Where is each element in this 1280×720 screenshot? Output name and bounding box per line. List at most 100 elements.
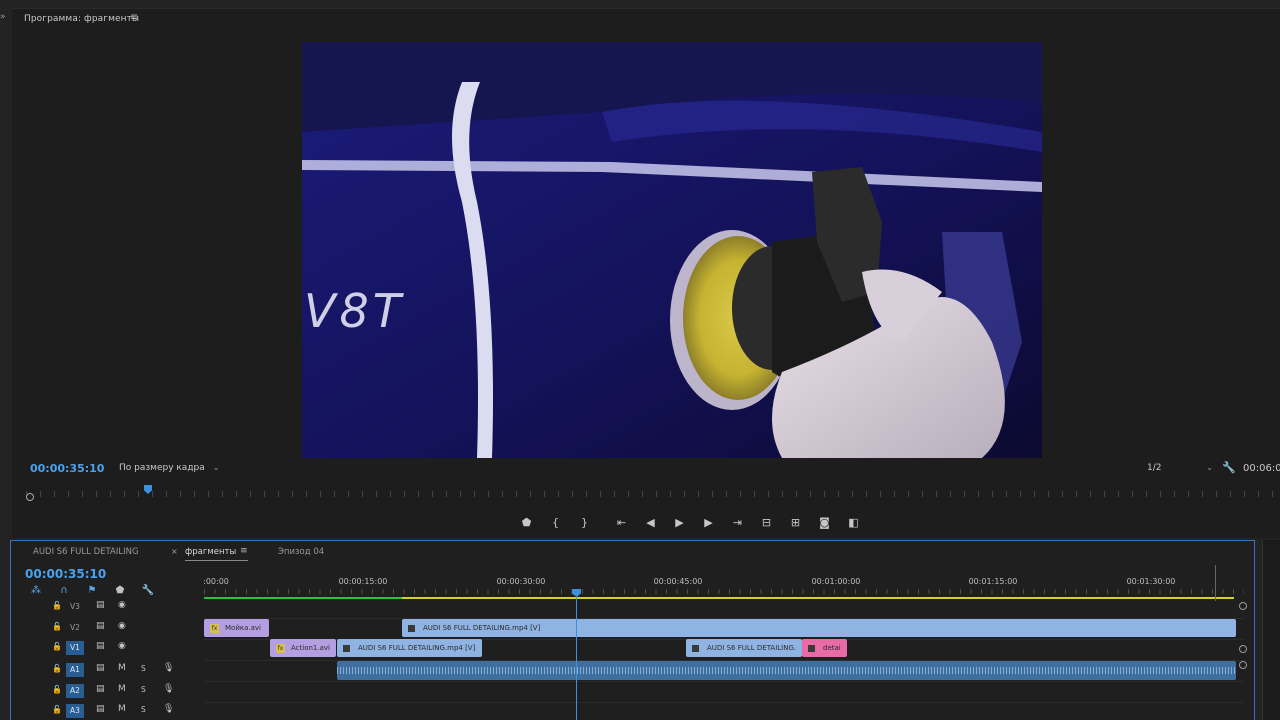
sync-lock-icon[interactable]: ▤ xyxy=(96,684,105,694)
monitor-title[interactable]: Программа: фрагменты xyxy=(24,14,139,24)
clip-label: detai xyxy=(823,644,841,652)
audio-waveform xyxy=(337,667,1236,674)
transport-controls: ⬟ { } ⇤ ◀ ▶ ▶ ⇥ ⊟ ⊞ ◙ ◧ xyxy=(512,512,868,532)
svg-text:V8T: V8T xyxy=(304,284,405,338)
lock-icon[interactable]: 🔓 xyxy=(52,705,62,714)
playback-resolution-dropdown[interactable]: 1/2 ⌄ xyxy=(1147,463,1213,473)
zoom-fit-value: По размеру кадра xyxy=(119,463,205,473)
clip-v2-moika[interactable]: fx Мойка.avi xyxy=(204,619,269,637)
clip-label: AUDI S6 FULL DETAILING. xyxy=(707,644,797,652)
sync-lock-icon[interactable]: ▤ xyxy=(96,621,105,631)
solo-button[interactable]: S xyxy=(141,705,146,714)
tab-audi-s6-full-detailing[interactable]: AUDI S6 FULL DETAILING xyxy=(33,547,139,557)
timeline-tabs: AUDI S6 FULL DETAILING × фрагменты ≡ Эпи… xyxy=(11,541,1254,563)
track-header-a1: 🔓 A1 ▤ M S 🎙 xyxy=(11,660,204,681)
solo-button[interactable]: S xyxy=(141,685,146,694)
resolution-value: 1/2 xyxy=(1147,463,1162,473)
mark-out-icon[interactable]: } xyxy=(570,516,599,529)
mute-button[interactable]: M xyxy=(118,663,126,673)
go-to-in-icon[interactable]: ⇤ xyxy=(607,516,636,529)
lane-divider xyxy=(204,681,1244,682)
play-icon[interactable]: ▶ xyxy=(665,516,694,529)
track-name[interactable]: A2 xyxy=(66,684,84,698)
add-marker-icon[interactable]: ⬟ xyxy=(111,585,129,596)
track-name[interactable]: A3 xyxy=(66,704,84,718)
extract-icon[interactable]: ⊞ xyxy=(781,516,810,529)
microphone-icon[interactable]: 🎙 xyxy=(163,663,174,673)
snap-magnet-icon[interactable]: ∩ xyxy=(55,585,73,596)
track-name[interactable]: V1 xyxy=(66,641,84,655)
ruler-start-handle[interactable] xyxy=(26,493,34,501)
track-name[interactable]: V2 xyxy=(66,621,84,635)
clip-v1-audi-b[interactable]: AUDI S6 FULL DETAILING. xyxy=(686,639,802,657)
sync-lock-icon[interactable]: ▤ xyxy=(96,641,105,651)
step-back-icon[interactable]: ◀ xyxy=(636,516,665,529)
monitor-menu-icon[interactable]: ≡ xyxy=(130,12,138,23)
step-forward-icon[interactable]: ▶ xyxy=(694,516,723,529)
lift-icon[interactable]: ⊟ xyxy=(752,516,781,529)
ruler-label: 00:00:15:00 xyxy=(338,577,388,586)
track-header-v3: 🔓 V3 ▤ ◉ xyxy=(11,597,204,618)
timeline-ruler[interactable]: :00:00 00:00:15:00 00:00:30:00 00:00:45:… xyxy=(203,571,1244,601)
export-frame-icon[interactable]: ◙ xyxy=(810,516,839,529)
close-icon[interactable]: × xyxy=(171,547,178,556)
sync-lock-icon[interactable]: ▤ xyxy=(96,600,105,610)
clip-v1-action1[interactable]: fx Action1.avi xyxy=(270,639,336,657)
clip-a1-audio[interactable] xyxy=(337,661,1236,680)
eye-icon[interactable]: ◉ xyxy=(118,641,126,651)
mute-button[interactable]: M xyxy=(118,704,126,714)
compare-icon[interactable]: ◧ xyxy=(839,516,868,529)
tab-menu-icon[interactable]: ≡ xyxy=(240,546,248,556)
go-to-out-icon[interactable]: ⇥ xyxy=(723,516,752,529)
track-header-a3: 🔓 A3 ▤ M S 🎙 xyxy=(11,701,204,720)
microphone-icon[interactable]: 🎙 xyxy=(163,704,174,714)
wrench-settings-icon[interactable]: 🔧 xyxy=(1222,461,1236,474)
solo-button[interactable]: S xyxy=(141,664,146,673)
eye-icon[interactable]: ◉ xyxy=(118,621,126,631)
track-lanes: fx Мойка.avi AUDI S6 FULL DETAILING.mp4 [… xyxy=(204,601,1247,720)
eye-icon[interactable]: ◉ xyxy=(118,600,126,610)
chevron-down-icon: ⌄ xyxy=(1206,463,1213,472)
sync-lock-icon[interactable]: ▤ xyxy=(96,663,105,673)
track-header-a2: 🔓 A2 ▤ M S 🎙 xyxy=(11,681,204,702)
mark-in-icon[interactable]: { xyxy=(541,516,570,529)
timeline-settings-wrench-icon[interactable]: 🔧 xyxy=(139,585,157,596)
sync-lock-icon[interactable]: ▤ xyxy=(96,704,105,714)
clip-v1-audi-a[interactable]: AUDI S6 FULL DETAILING.mp4 [V] xyxy=(337,639,482,657)
video-frame-image: V8T xyxy=(302,42,1042,458)
video-clip-icon xyxy=(692,644,699,652)
tab-fragmenty[interactable]: фрагменты xyxy=(185,547,249,561)
ruler-label: :00:00 xyxy=(203,577,229,586)
lock-icon[interactable]: 🔓 xyxy=(52,664,62,673)
right-panel-edge xyxy=(1262,540,1280,720)
video-clip-icon xyxy=(408,624,415,632)
monitor-duration-timecode: 00:06:0 xyxy=(1243,463,1280,474)
ruler-ticks xyxy=(26,491,1276,497)
timeline-playhead-line xyxy=(576,596,577,720)
timeline-playhead-timecode[interactable]: 00:00:35:10 xyxy=(25,567,106,581)
track-name[interactable]: A1 xyxy=(66,663,84,677)
track-end-ring xyxy=(1239,602,1247,610)
clip-v1-detail[interactable]: detai xyxy=(802,639,847,657)
lock-icon[interactable]: 🔓 xyxy=(52,642,62,651)
mute-button[interactable]: M xyxy=(118,684,126,694)
monitor-time-ruler[interactable] xyxy=(26,485,1276,503)
monitor-playhead-timecode[interactable]: 00:00:35:10 xyxy=(30,462,104,475)
panel-collapse-icon[interactable]: » xyxy=(0,12,6,22)
clip-label: AUDI S6 FULL DETAILING.mp4 [V] xyxy=(423,624,541,632)
linked-selection-icon[interactable]: ⚑ xyxy=(83,585,101,596)
ruler-minor-ticks xyxy=(204,589,1244,594)
lock-icon[interactable]: 🔓 xyxy=(52,685,62,694)
microphone-icon[interactable]: 🎙 xyxy=(163,684,174,694)
nest-icon[interactable]: ⁂ xyxy=(27,585,45,596)
timeline-toolbar: ⁂ ∩ ⚑ ⬟ 🔧 xyxy=(27,585,157,596)
tab-episode-04[interactable]: Эпизод 04 xyxy=(278,547,324,557)
fx-badge: fx xyxy=(276,643,285,653)
lock-icon[interactable]: 🔓 xyxy=(52,601,62,610)
clip-v2-audi[interactable]: AUDI S6 FULL DETAILING.mp4 [V] xyxy=(402,619,1236,637)
zoom-fit-dropdown[interactable]: По размеру кадра ⌄ xyxy=(119,463,219,473)
track-end-ring xyxy=(1239,645,1247,653)
marker-icon[interactable]: ⬟ xyxy=(512,516,541,529)
track-name[interactable]: V3 xyxy=(66,600,84,614)
lock-icon[interactable]: 🔓 xyxy=(52,622,62,631)
